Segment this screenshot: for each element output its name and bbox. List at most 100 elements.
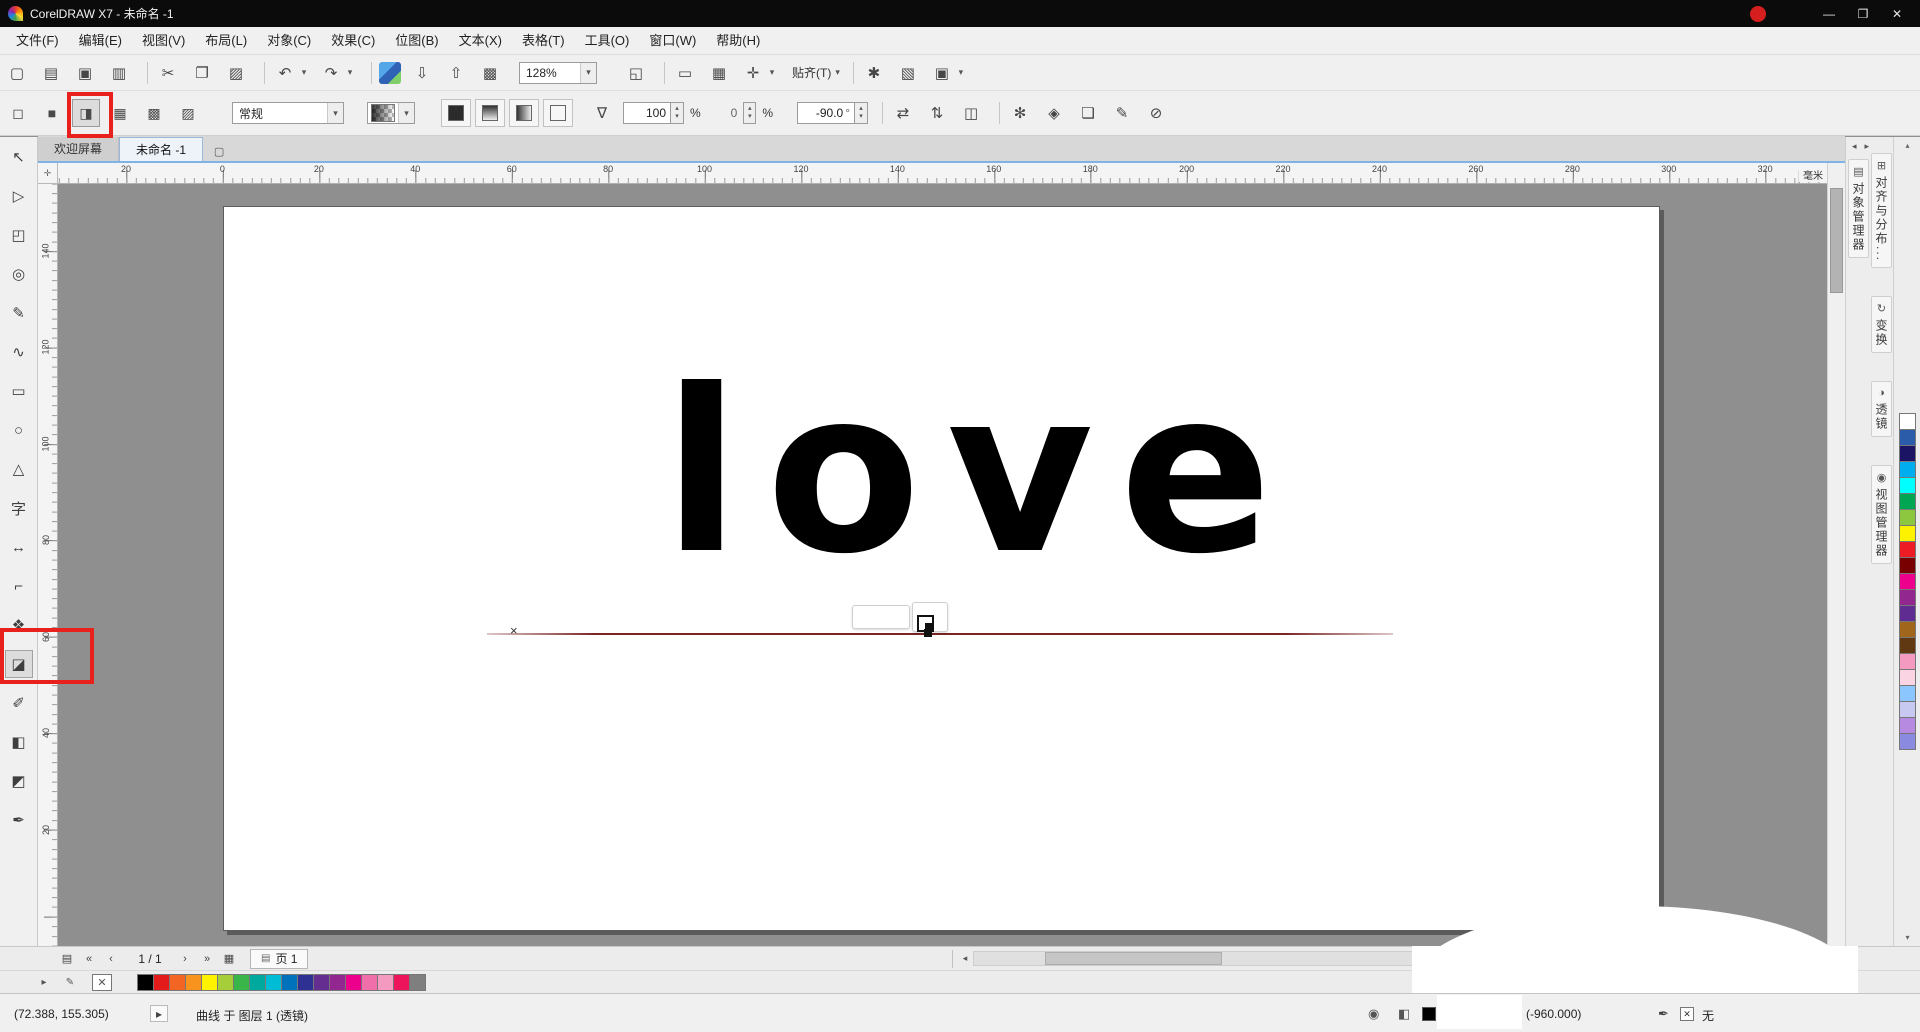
vertical-scrollbar-thumb[interactable] xyxy=(1830,188,1843,293)
menu-item[interactable]: 表格(T) xyxy=(512,27,575,54)
menu-item[interactable]: 文件(F) xyxy=(6,27,69,54)
color-swatch[interactable] xyxy=(1899,477,1916,494)
connector-tool[interactable]: ⌐ xyxy=(5,572,33,600)
undo-button[interactable]: ↶ xyxy=(272,60,298,86)
export-button[interactable]: ⇧ xyxy=(443,60,469,86)
color-swatch[interactable] xyxy=(1899,637,1916,654)
menu-item[interactable]: 文本(X) xyxy=(449,27,512,54)
color-swatch[interactable] xyxy=(201,973,218,991)
next-page-button[interactable]: › xyxy=(176,950,194,968)
color-swatch[interactable] xyxy=(265,973,282,991)
color-swatch[interactable] xyxy=(1899,733,1916,750)
previous-page-button[interactable]: ‹ xyxy=(102,950,120,968)
paste-button[interactable]: ▨ xyxy=(223,60,249,86)
color-swatch[interactable] xyxy=(1899,653,1916,670)
zoom-level-select[interactable]: 128% ▾ xyxy=(519,61,597,84)
transparency-preset-1[interactable] xyxy=(441,99,471,127)
node-transparency-picker-icon[interactable]: ∇ xyxy=(589,100,615,126)
edit-transparency-button[interactable]: ✎ xyxy=(1109,100,1135,126)
menu-item[interactable]: 工具(O) xyxy=(575,27,640,54)
snap-target-dropdown[interactable]: ▾ xyxy=(766,60,778,86)
tab-untitled-1[interactable]: 未命名 -1 xyxy=(119,137,204,161)
pick-tool[interactable]: ↖ xyxy=(5,143,33,171)
last-page-button[interactable]: » xyxy=(198,950,216,968)
menu-item[interactable]: 帮助(H) xyxy=(706,27,770,54)
freehand-tool[interactable]: ✎ xyxy=(5,299,33,327)
menu-item[interactable]: 视图(V) xyxy=(132,27,195,54)
docker-arrow-left-icon[interactable]: ◂ xyxy=(1852,141,1857,152)
color-swatch[interactable] xyxy=(1899,557,1916,574)
color-swatch[interactable] xyxy=(1899,509,1916,526)
color-swatch[interactable] xyxy=(1899,685,1916,702)
vertical-scrollbar[interactable] xyxy=(1827,163,1845,946)
object-details-button[interactable]: ▸ xyxy=(150,1005,168,1022)
polygon-tool[interactable]: △ xyxy=(5,455,33,483)
color-swatch[interactable] xyxy=(1899,525,1916,542)
redo-dropdown[interactable]: ▾ xyxy=(344,60,356,86)
transparency-preset-2[interactable] xyxy=(475,99,505,127)
scroll-left-icon[interactable]: ◂ xyxy=(957,950,973,967)
gradient-end-node[interactable] xyxy=(924,629,932,637)
snap-target-button[interactable]: ✛ xyxy=(740,60,766,86)
transparency-target-button[interactable]: ◈ xyxy=(1041,100,1067,126)
text-tool[interactable]: 字 xyxy=(5,494,33,522)
palette-flyout-icon[interactable]: ▸ xyxy=(36,974,52,990)
first-page-button[interactable]: « xyxy=(80,950,98,968)
color-swatch[interactable] xyxy=(393,973,410,991)
color-swatch[interactable] xyxy=(249,973,266,991)
palette-scroll-up-icon[interactable]: ▴ xyxy=(1894,141,1920,150)
shape-tool[interactable]: ▷ xyxy=(5,182,33,210)
color-swatch[interactable] xyxy=(345,973,362,991)
mirror-vertical-button[interactable]: ⇅ xyxy=(924,100,950,126)
minimize-button[interactable]: — xyxy=(1812,0,1846,27)
close-button[interactable]: ✕ xyxy=(1880,0,1914,27)
color-swatch[interactable] xyxy=(409,973,426,991)
transparency-preset-3[interactable] xyxy=(509,99,539,127)
interactive-fill-tool[interactable]: ◧ xyxy=(5,728,33,756)
color-swatch[interactable] xyxy=(1899,493,1916,510)
horizontal-scrollbar-thumb[interactable] xyxy=(1045,952,1222,965)
color-swatch[interactable] xyxy=(217,973,234,991)
toolbar-customize-dropdown[interactable]: ▾ xyxy=(955,60,967,86)
gradient-start-node[interactable]: × xyxy=(510,623,518,638)
menu-item[interactable]: 布局(L) xyxy=(195,27,257,54)
bitmap-transparency-button[interactable]: ▨ xyxy=(174,99,202,127)
color-swatch[interactable] xyxy=(1899,413,1916,430)
zoom-tool[interactable]: ◎ xyxy=(5,260,33,288)
menu-item[interactable]: 对象(C) xyxy=(257,27,321,54)
application-options-button[interactable]: ▧ xyxy=(895,60,921,86)
options-button[interactable]: ✱ xyxy=(861,60,887,86)
import-button[interactable]: ⇩ xyxy=(409,60,435,86)
color-swatch[interactable] xyxy=(1899,605,1916,622)
color-swatch[interactable] xyxy=(1899,461,1916,478)
open-button[interactable]: ▤ xyxy=(38,60,64,86)
rotation-angle-stepper[interactable]: ▴ ▾ xyxy=(855,102,869,124)
color-swatch[interactable] xyxy=(185,973,202,991)
color-swatch[interactable] xyxy=(329,973,346,991)
color-swatch[interactable] xyxy=(1899,717,1916,734)
no-transparency-button[interactable]: ◻ xyxy=(4,99,32,127)
menu-item[interactable]: 编辑(E) xyxy=(69,27,132,54)
drawing-canvas[interactable]: love × xyxy=(58,184,1827,946)
color-swatch[interactable] xyxy=(297,973,314,991)
outline-pen-tool[interactable]: ✒ xyxy=(5,806,33,834)
save-button[interactable]: ▣ xyxy=(72,60,98,86)
merge-mode-select[interactable]: 常规 ▾ xyxy=(232,102,344,124)
menu-item[interactable]: 位图(B) xyxy=(385,27,448,54)
docker-tab-view-manager[interactable]: ◉ 视图管理器 xyxy=(1871,465,1892,565)
copy-button[interactable]: ❐ xyxy=(189,60,215,86)
color-swatch[interactable] xyxy=(377,973,394,991)
menu-item[interactable]: 效果(C) xyxy=(321,27,385,54)
docker-tab-transform[interactable]: ↻ 变换 xyxy=(1871,296,1892,354)
wrap-transparency-button[interactable]: ◫ xyxy=(958,100,984,126)
show-rulers-button[interactable]: ▭ xyxy=(672,60,698,86)
add-page-button[interactable]: ▦ xyxy=(220,950,238,968)
outline-pen-icon[interactable]: ✒ xyxy=(1658,1006,1669,1022)
smart-fill-tool[interactable]: ◩ xyxy=(5,767,33,795)
new-document-button[interactable]: ▢ xyxy=(4,60,30,86)
freeze-transparency-button[interactable]: ✻ xyxy=(1007,100,1033,126)
menu-item[interactable]: 窗口(W) xyxy=(639,27,706,54)
color-swatch[interactable] xyxy=(1899,541,1916,558)
color-swatch[interactable] xyxy=(1899,573,1916,590)
docker-arrow-right-icon[interactable]: ▸ xyxy=(1865,141,1870,152)
